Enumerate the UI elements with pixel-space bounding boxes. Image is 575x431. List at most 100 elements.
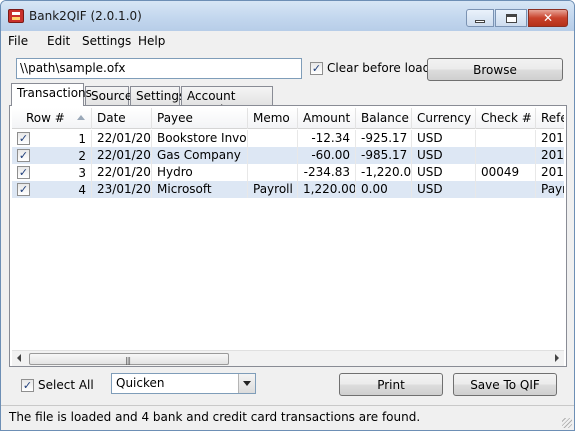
minimize-button[interactable] xyxy=(466,9,494,27)
row-number: 4 xyxy=(78,182,86,197)
grip-icon: ||| xyxy=(125,356,131,365)
date-cell: 22/01/2011 xyxy=(92,130,152,147)
grid-header: Row # Date Payee Memo Amount Balance Cur… xyxy=(12,108,564,129)
column-header-date[interactable]: Date xyxy=(92,108,152,129)
reference-cell: 20110 xyxy=(536,130,564,147)
check-icon: ✓ xyxy=(22,378,33,392)
table-row[interactable]: ✓4 23/01/2011 Microsoft Payroll 1,220.00… xyxy=(12,181,564,198)
menu-help[interactable]: Help xyxy=(138,34,165,48)
clear-before-load-label: Clear before load xyxy=(327,61,431,75)
reference-cell: Payroll xyxy=(536,181,564,198)
row-checkbox[interactable]: ✓ xyxy=(17,132,30,145)
scroll-left-icon[interactable] xyxy=(17,354,21,362)
select-all-option[interactable]: ✓ Select All xyxy=(21,378,94,392)
app-icon[interactable] xyxy=(8,9,24,23)
column-header-reference[interactable]: Refer xyxy=(536,108,564,129)
payee-cell: Hydro xyxy=(152,164,248,181)
tab-settings[interactable]: Settings xyxy=(130,86,185,105)
menu-bar: File Edit Settings Help xyxy=(1,31,574,51)
balance-cell: -1,220.00 xyxy=(356,164,412,181)
column-header-label: Row # xyxy=(26,111,65,125)
app-window: Bank2QIF (2.0.1.0) ✕ File Edit Settings … xyxy=(0,0,575,431)
scroll-right-icon[interactable] xyxy=(555,354,559,362)
row-number-cell: ✓ 3 xyxy=(12,164,92,181)
currency-cell: USD xyxy=(412,147,476,164)
reference-cell: 20110 xyxy=(536,147,564,164)
currency-cell: USD xyxy=(412,130,476,147)
balance-cell: 0.00 xyxy=(356,181,412,198)
memo-cell xyxy=(248,164,298,181)
row-number-cell: ✓ 4 xyxy=(12,181,92,198)
currency-cell: USD xyxy=(412,181,476,198)
check-number-cell xyxy=(476,130,536,147)
scrollbar-thumb[interactable]: ||| xyxy=(29,353,229,365)
column-header-row[interactable]: Row # xyxy=(12,108,92,129)
row-number: 3 xyxy=(78,165,86,180)
date-cell: 22/01/2011 xyxy=(92,164,152,181)
horizontal-scrollbar[interactable]: ||| xyxy=(12,350,564,366)
chevron-down-icon[interactable] xyxy=(238,374,255,393)
select-all-label: Select All xyxy=(38,378,94,392)
check-icon: ✓ xyxy=(18,183,29,196)
output-format-select[interactable]: Quicken xyxy=(111,373,256,394)
check-number-cell xyxy=(476,147,536,164)
check-number-cell: 00049 xyxy=(476,164,536,181)
currency-cell: USD xyxy=(412,164,476,181)
column-header-currency[interactable]: Currency xyxy=(412,108,476,129)
status-text: The file is loaded and 4 bank and credit… xyxy=(9,410,421,424)
sort-ascending-icon xyxy=(77,115,85,120)
window-title: Bank2QIF (2.0.1.0) xyxy=(29,9,142,23)
close-icon: ✕ xyxy=(542,11,554,25)
date-cell: 23/01/2011 xyxy=(92,181,152,198)
tab-account-mapping[interactable]: Account Mapping xyxy=(181,86,273,117)
date-cell: 22/01/2011 xyxy=(92,147,152,164)
table-row[interactable]: ✓1 22/01/2011 Bookstore Invoice -12.34 -… xyxy=(12,130,564,147)
select-all-checkbox[interactable]: ✓ xyxy=(21,378,34,392)
amount-cell: 1,220.00 xyxy=(298,181,356,198)
column-header-check[interactable]: Check # xyxy=(476,108,536,129)
file-path-input[interactable]: \\path\sample.ofx xyxy=(16,58,302,79)
check-icon: ✓ xyxy=(18,166,29,179)
column-header-payee[interactable]: Payee xyxy=(152,108,248,129)
column-header-memo[interactable]: Memo xyxy=(248,108,298,129)
table-row[interactable]: ✓2 22/01/2011 Gas Company -60.00 -985.17… xyxy=(12,147,564,164)
clear-before-load-checkbox[interactable]: ✓ xyxy=(310,61,323,75)
maximize-icon xyxy=(505,13,517,23)
reference-cell: 20110 xyxy=(536,164,564,181)
check-icon: ✓ xyxy=(18,132,29,145)
check-icon: ✓ xyxy=(18,149,29,162)
tab-transactions[interactable]: Transactions xyxy=(11,83,92,106)
minimize-icon xyxy=(475,19,485,23)
save-to-qif-button[interactable]: Save To QIF xyxy=(453,373,557,396)
balance-cell: -985.17 xyxy=(356,147,412,164)
amount-cell: -12.34 xyxy=(298,130,356,147)
column-header-amount[interactable]: Amount xyxy=(298,108,356,129)
close-button[interactable]: ✕ xyxy=(528,9,568,27)
title-bar[interactable]: Bank2QIF (2.0.1.0) ✕ xyxy=(1,1,574,31)
browse-button[interactable]: Browse xyxy=(427,58,563,81)
table-row[interactable]: ✓3 22/01/2011 Hydro -234.83 -1,220.00 US… xyxy=(12,164,564,181)
check-number-cell xyxy=(476,181,536,198)
maximize-button[interactable] xyxy=(495,9,527,27)
print-button[interactable]: Print xyxy=(339,373,443,396)
status-bar: The file is loaded and 4 bank and credit… xyxy=(1,405,574,430)
check-icon: ✓ xyxy=(311,61,322,75)
menu-settings[interactable]: Settings xyxy=(82,34,131,48)
row-number-cell: ✓ 1 xyxy=(12,130,92,147)
payee-cell: Gas Company xyxy=(152,147,248,164)
window-controls: ✕ xyxy=(466,9,568,27)
row-number: 1 xyxy=(78,131,86,146)
resize-grip-icon[interactable] xyxy=(562,418,572,428)
row-checkbox[interactable]: ✓ xyxy=(17,166,30,179)
memo-cell: Payroll xyxy=(248,181,298,198)
menu-edit[interactable]: Edit xyxy=(47,34,70,48)
column-header-balance[interactable]: Balance xyxy=(356,108,412,129)
menu-file[interactable]: File xyxy=(8,34,28,48)
row-checkbox[interactable]: ✓ xyxy=(17,183,30,196)
clear-before-load-option[interactable]: ✓ Clear before load xyxy=(310,61,430,75)
transactions-grid[interactable]: Row # Date Payee Memo Amount Balance Cur… xyxy=(12,108,564,350)
memo-cell xyxy=(248,147,298,164)
balance-cell: -925.17 xyxy=(356,130,412,147)
transactions-panel: Row # Date Payee Memo Amount Balance Cur… xyxy=(9,105,567,367)
row-checkbox[interactable]: ✓ xyxy=(17,149,30,162)
